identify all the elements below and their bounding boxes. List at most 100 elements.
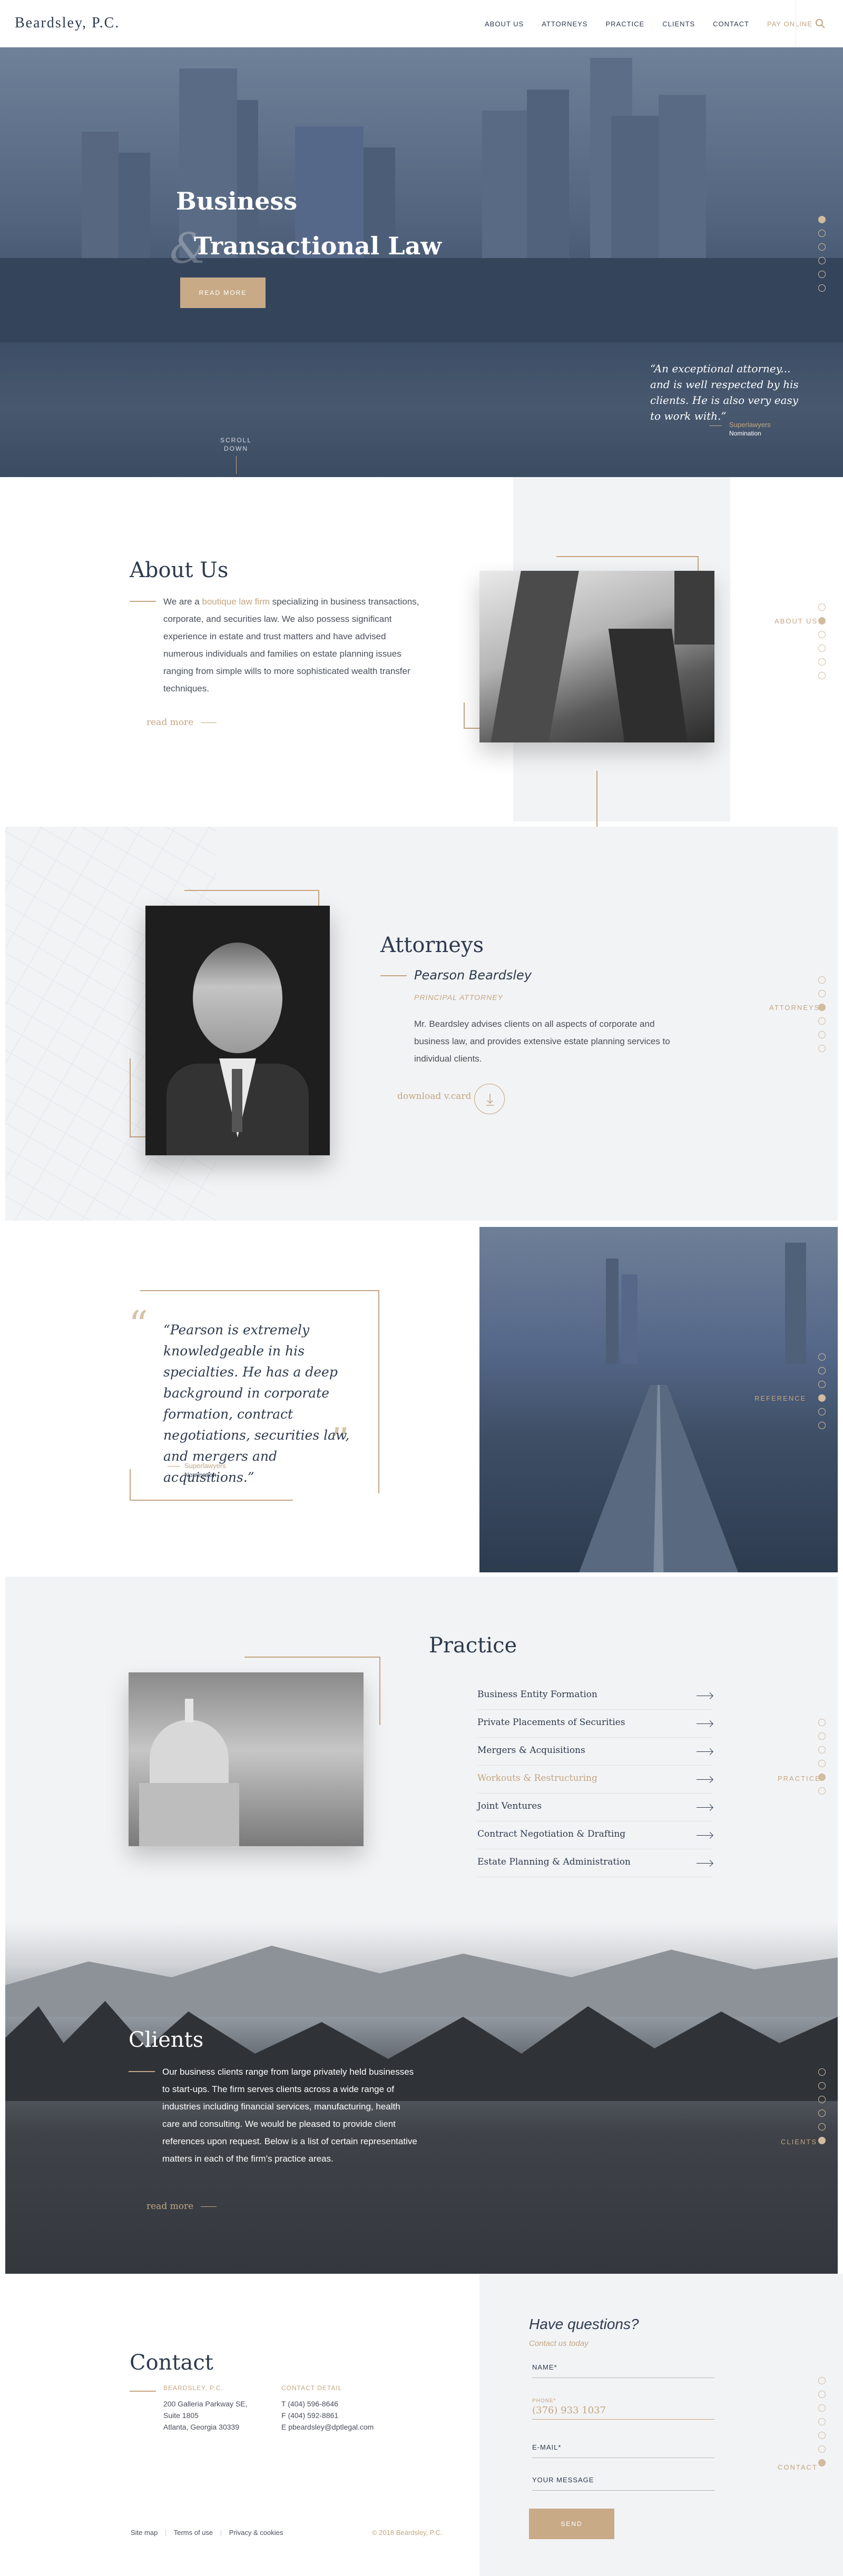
section-dot[interactable] xyxy=(818,2068,826,2076)
section-dot[interactable] xyxy=(818,2432,826,2439)
phone-field[interactable]: PHONE* (376) 933 1037 xyxy=(532,2398,714,2420)
nav-attorneys[interactable]: ATTORNEYS xyxy=(542,20,587,28)
read-more-button[interactable]: READ MORE xyxy=(180,278,266,308)
terms-link[interactable]: Terms of use xyxy=(174,2529,213,2537)
section-dot[interactable] xyxy=(818,1004,826,1011)
section-dot[interactable] xyxy=(818,257,826,264)
section-dot[interactable] xyxy=(818,1367,826,1374)
practice-item[interactable]: Joint Ventures xyxy=(477,1794,712,1821)
practice-item[interactable]: Business Entity Formation xyxy=(477,1682,712,1710)
hero-title-line2: Transactional Law xyxy=(194,232,442,260)
arrow-right-icon xyxy=(697,1779,712,1780)
separator: | xyxy=(164,2529,167,2537)
section-dot[interactable] xyxy=(818,1031,826,1038)
practice-item[interactable]: Mergers & Acquisitions xyxy=(477,1738,712,1766)
section-dot[interactable] xyxy=(818,2137,826,2144)
attorney-photo xyxy=(145,906,330,1155)
contact-nav-label: CONTACT xyxy=(778,2463,818,2471)
clients-read-more[interactable]: read more xyxy=(146,2201,217,2212)
scroll-label-1: SCROLL xyxy=(220,437,252,444)
open-quote-icon: “ xyxy=(129,1303,148,1347)
section-dot[interactable] xyxy=(818,2109,826,2117)
section-dot[interactable] xyxy=(818,645,826,652)
practice-title: Practice xyxy=(429,1633,517,1658)
attorney-name: Pearson Beardsley xyxy=(414,968,532,983)
section-dot[interactable] xyxy=(818,1353,826,1361)
section-dot[interactable] xyxy=(818,1760,826,1767)
arrow-right-icon xyxy=(697,1723,712,1724)
boutique-link[interactable]: boutique law firm xyxy=(202,597,270,607)
section-dot[interactable] xyxy=(818,2445,826,2453)
section-dot[interactable] xyxy=(818,603,826,611)
section-dot[interactable] xyxy=(818,1394,826,1402)
section-dot[interactable] xyxy=(818,2123,826,2131)
phone-text[interactable]: T (404) 596-8646 xyxy=(281,2398,374,2410)
about-read-more[interactable]: read more xyxy=(146,717,217,728)
practice-item[interactable]: Private Placements of Securities xyxy=(477,1710,712,1738)
name-field[interactable]: NAME* xyxy=(532,2363,714,2378)
section-dot[interactable] xyxy=(818,1774,826,1781)
contact-title: Contact xyxy=(130,2351,213,2375)
arrow-right-icon xyxy=(697,1863,712,1864)
section-dot[interactable] xyxy=(818,2404,826,2412)
address-line: Suite 1805 xyxy=(163,2411,199,2420)
quote-divider xyxy=(709,425,722,426)
scroll-down-link[interactable]: SCROLL DOWN xyxy=(216,436,256,474)
section-dot[interactable] xyxy=(818,1045,826,1052)
attorneys-title: Attorneys xyxy=(380,933,484,957)
download-icon[interactable] xyxy=(474,1084,505,1114)
section-dot[interactable] xyxy=(818,658,826,666)
section-dot[interactable] xyxy=(818,1787,826,1795)
practice-item[interactable]: Estate Planning & Administration xyxy=(477,1849,712,1877)
about-bar xyxy=(130,601,156,602)
attorneys-bar xyxy=(380,975,407,976)
section-dot[interactable] xyxy=(818,1408,826,1415)
reference-section: “ ” “Pearson is extremely knowledgeable … xyxy=(0,1227,843,1577)
nav-practice[interactable]: PRACTICE xyxy=(605,20,644,28)
clients-section-dots xyxy=(818,2068,826,2144)
practice-item-label: Workouts & Restructuring xyxy=(477,1773,597,1784)
section-dot[interactable] xyxy=(818,631,826,638)
section-dot[interactable] xyxy=(818,1732,826,1740)
section-dot[interactable] xyxy=(818,672,826,679)
clients-background xyxy=(5,1922,838,2274)
section-dot[interactable] xyxy=(818,2377,826,2384)
section-dot[interactable] xyxy=(818,1719,826,1726)
privacy-link[interactable]: Privacy & cookies xyxy=(229,2529,283,2537)
section-dot[interactable] xyxy=(818,271,826,278)
search-button[interactable] xyxy=(796,0,843,47)
email-field[interactable]: E-MAIL* xyxy=(532,2443,714,2458)
clients-bar xyxy=(129,2071,155,2072)
arrow-right-icon xyxy=(200,2206,217,2207)
message-field[interactable]: YOUR MESSAGE xyxy=(532,2476,714,2491)
logo[interactable]: Beardsley, P.C. xyxy=(15,15,120,32)
section-dot[interactable] xyxy=(818,976,826,984)
read-more-label: read more xyxy=(146,717,194,728)
email-link[interactable]: E pbeardsley@dptlegal.com xyxy=(281,2421,374,2433)
field-underline xyxy=(532,2490,714,2491)
section-dot[interactable] xyxy=(818,2459,826,2466)
section-dot[interactable] xyxy=(818,284,826,292)
section-dot[interactable] xyxy=(818,1381,826,1388)
section-dot[interactable] xyxy=(818,1017,826,1025)
practice-item[interactable]: Workouts & Restructuring xyxy=(477,1766,712,1794)
section-dot[interactable] xyxy=(818,990,826,997)
section-dot[interactable] xyxy=(818,2082,826,2089)
section-dot[interactable] xyxy=(818,2096,826,2103)
section-dot[interactable] xyxy=(818,216,826,223)
section-dot[interactable] xyxy=(818,617,826,625)
section-dot[interactable] xyxy=(818,1422,826,1429)
sitemap-link[interactable]: Site map xyxy=(131,2529,158,2537)
send-button[interactable]: SEND xyxy=(529,2509,614,2539)
arrow-right-icon xyxy=(697,1835,712,1836)
nav-contact[interactable]: CONTACT xyxy=(713,20,749,28)
section-dot[interactable] xyxy=(818,2391,826,2398)
section-dot[interactable] xyxy=(818,243,826,251)
section-dot[interactable] xyxy=(818,230,826,237)
nav-about-us[interactable]: ABOUT US xyxy=(485,20,524,28)
practice-item[interactable]: Contract Negotiation & Drafting xyxy=(477,1821,712,1849)
section-dot[interactable] xyxy=(818,1746,826,1753)
download-vcard-link[interactable]: download v.card xyxy=(397,1091,471,1102)
nav-clients[interactable]: CLIENTS xyxy=(662,20,695,28)
section-dot[interactable] xyxy=(818,2418,826,2425)
